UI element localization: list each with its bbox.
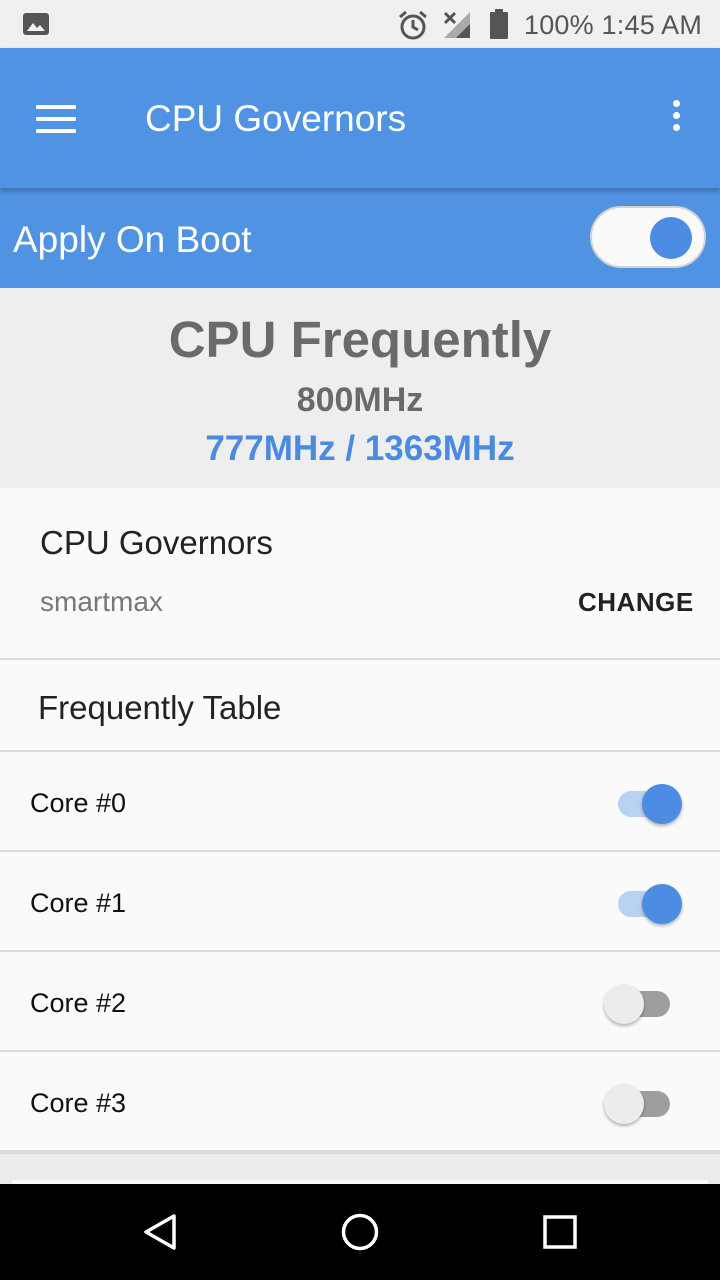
governor-card: CPU Governors smartmax CHANGE	[0, 488, 720, 660]
frequency-header: CPU Frequently 800MHz 777MHz / 1363MHz	[0, 288, 720, 488]
core-label: Core #3	[30, 1088, 127, 1118]
frequency-title: CPU Frequently	[168, 311, 552, 368]
status-text: 100% 1:45 AM	[524, 10, 703, 40]
navigation-bar	[0, 1184, 720, 1280]
core-label: Core #0	[30, 788, 127, 818]
menu-icon[interactable]	[36, 105, 76, 133]
app-bar: CPU Governors	[0, 48, 720, 188]
battery-icon	[490, 9, 508, 39]
back-icon[interactable]	[140, 1212, 180, 1252]
core-row: Core #2	[0, 952, 720, 1052]
recent-apps-icon[interactable]	[540, 1212, 580, 1252]
home-icon[interactable]	[340, 1212, 380, 1252]
frequency-table-heading: Frequently Table	[38, 689, 282, 726]
core-row: Core #3	[0, 1052, 720, 1152]
core-row: Core #1	[0, 852, 720, 952]
apply-on-boot-switch[interactable]	[590, 206, 706, 268]
core-row: Core #0	[0, 752, 720, 852]
current-frequency: 800MHz	[296, 381, 424, 419]
page-title: CPU Governors	[145, 98, 407, 139]
core-toggle[interactable]	[604, 1082, 688, 1126]
gallery-icon	[23, 13, 49, 35]
apply-on-boot-row: Apply On Boot	[0, 188, 720, 288]
alarm-icon	[399, 10, 427, 40]
status-bar: 100% 1:45 AM	[0, 0, 720, 48]
no-signal-icon	[443, 11, 470, 38]
core-label: Core #2	[30, 988, 127, 1018]
core-toggle[interactable]	[604, 982, 688, 1026]
core-toggle[interactable]	[604, 882, 688, 926]
switch-knob	[650, 217, 692, 259]
change-button[interactable]: CHANGE	[578, 587, 694, 618]
frequency-table-header: Frequently Table	[0, 660, 720, 752]
apply-on-boot-label: Apply On Boot	[13, 219, 252, 260]
governor-value: smartmax	[40, 586, 163, 617]
next-card-peek	[0, 1152, 720, 1188]
governor-heading: CPU Governors	[40, 524, 273, 561]
more-vert-icon[interactable]	[668, 100, 684, 136]
core-label: Core #1	[30, 888, 127, 918]
frequency-range: 777MHz / 1363MHz	[205, 429, 515, 468]
core-toggle[interactable]	[604, 782, 688, 826]
